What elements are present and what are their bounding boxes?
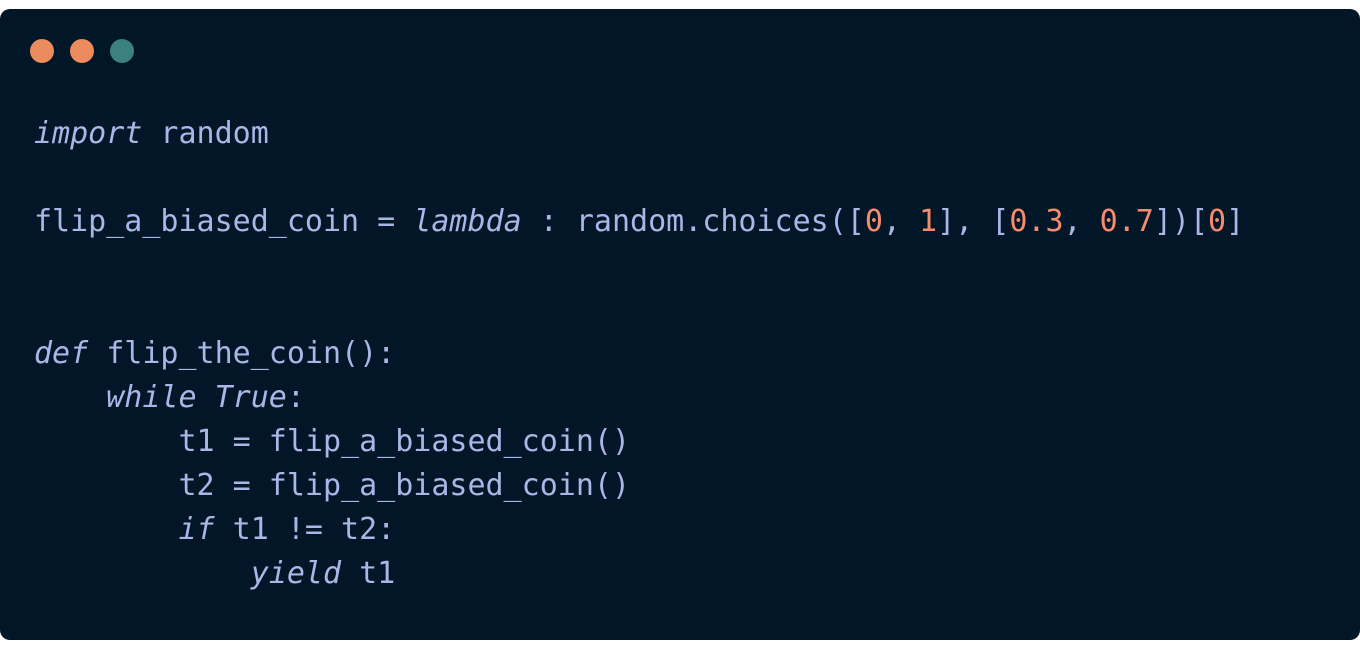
code-token: flip_the_coin(): — [88, 336, 396, 371]
code-token: : random.choices([ — [521, 204, 865, 239]
keyword-token: import — [34, 116, 143, 151]
zoom-dot-icon[interactable] — [110, 39, 134, 63]
number-token: 0.7 — [1099, 204, 1154, 239]
code-line: def flip_the_coin(): — [34, 332, 1244, 376]
keyword-token: True — [214, 380, 287, 415]
code-token: : — [286, 380, 305, 415]
code-line: import random — [34, 112, 1244, 156]
number-token: 0 — [864, 204, 883, 239]
code-token: ])[ — [1153, 204, 1209, 239]
code-token: t1 — [341, 556, 396, 591]
code-line: t2 = flip_a_biased_coin() — [34, 464, 1244, 508]
code-token: flip_a_biased_coin = — [34, 204, 414, 239]
keyword-token: lambda — [413, 204, 522, 239]
keyword-token: while — [106, 380, 197, 415]
keyword-token: yield — [250, 556, 342, 591]
code-token: t1 != t2: — [214, 512, 396, 547]
keyword-token: def — [34, 336, 89, 371]
close-dot-icon[interactable] — [30, 39, 54, 63]
code-block: import random flip_a_biased_coin = lambd… — [34, 112, 1244, 596]
code-token: , — [882, 204, 920, 239]
code-token: t1 = flip_a_biased_coin() — [34, 424, 631, 459]
number-token: 0 — [1208, 204, 1227, 239]
code-token: ] — [1226, 204, 1245, 239]
code-line: yield t1 — [34, 552, 1244, 596]
code-window: import random flip_a_biased_coin = lambd… — [0, 9, 1360, 640]
minimize-dot-icon[interactable] — [70, 39, 94, 63]
code-line: if t1 != t2: — [34, 508, 1244, 552]
code-token: , — [1063, 204, 1100, 239]
code-line: t1 = flip_a_biased_coin() — [34, 420, 1244, 464]
number-token: 1 — [919, 204, 938, 239]
number-token: 0.3 — [1009, 204, 1064, 239]
code-token: t2 = flip_a_biased_coin() — [34, 468, 631, 503]
code-token: ], [ — [937, 204, 1010, 239]
code-line: flip_a_biased_coin = lambda : random.cho… — [34, 200, 1244, 244]
code-token: random — [142, 116, 269, 151]
keyword-token: if — [178, 512, 215, 547]
code-line: while True: — [34, 376, 1244, 420]
